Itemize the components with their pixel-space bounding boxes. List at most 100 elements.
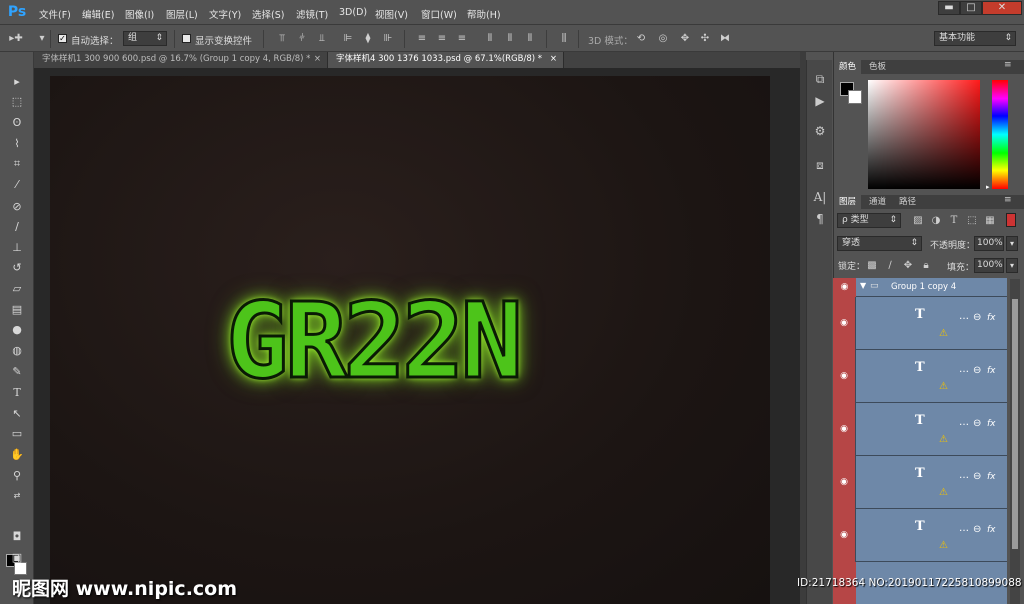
align-vcenter-icon[interactable]: ⫩ <box>296 33 308 45</box>
properties-panel-icon[interactable]: ⚙ <box>811 122 829 140</box>
zoom-tool-icon[interactable]: ⚲ <box>9 468 25 484</box>
layer-row[interactable]: ◉ T ⚠ … ⊖ fx <box>833 297 1007 350</box>
tab-layers[interactable]: 图层 <box>834 195 862 209</box>
menu-edit[interactable]: 编辑(E) <box>82 7 114 21</box>
scale-3d-icon[interactable]: ⧓ <box>718 33 732 45</box>
clone-stamp-tool-icon[interactable]: ⊥ <box>9 240 25 256</box>
filter-smart-object-icon[interactable]: ▦ <box>984 215 996 227</box>
gradient-tool-icon[interactable]: ▤ <box>9 302 25 318</box>
document-canvas[interactable]: GR22N <box>50 76 770 604</box>
tab-swatches[interactable]: 色板 <box>864 60 891 74</box>
align-hcenter-icon[interactable]: ⧫ <box>362 33 374 45</box>
scrollbar-thumb[interactable] <box>1012 299 1018 549</box>
lock-position-icon[interactable]: ✥ <box>902 260 914 272</box>
move-tool-icon[interactable]: ▸✚ <box>8 33 24 45</box>
layer-effects-badge[interactable]: fx <box>987 525 996 535</box>
eye-icon[interactable]: ◉ <box>833 456 856 509</box>
layer-effects-badge[interactable]: fx <box>987 472 996 482</box>
layer-filter-dropdown[interactable]: ρ 类型 ⇕ <box>837 213 901 228</box>
chevron-down-icon[interactable]: ▼ <box>860 281 866 290</box>
tool-presets-icon[interactable]: ⧈ <box>811 156 829 174</box>
distribute-right-icon[interactable]: ⦀ <box>524 33 536 45</box>
actions-panel-icon[interactable]: ▶ <box>811 92 829 110</box>
show-transform-checkbox[interactable] <box>182 34 191 43</box>
distribute-vcenter-icon[interactable]: ≡ <box>436 33 448 45</box>
quick-mask-icon[interactable]: ◘ <box>9 529 25 545</box>
menu-type[interactable]: 文字(Y) <box>209 7 241 21</box>
tab-document-2[interactable]: 字体样机4 300 1376 1033.psd @ 67.1%(RGB/8) *… <box>328 52 564 68</box>
align-top-icon[interactable]: ⫪ <box>276 33 288 45</box>
distribute-hcenter-icon[interactable]: ⦀ <box>504 33 516 45</box>
dodge-tool-icon[interactable]: ◍ <box>9 343 25 359</box>
menu-window[interactable]: 窗口(W) <box>421 7 457 21</box>
lasso-tool-icon[interactable]: ʘ <box>9 115 25 131</box>
eye-icon[interactable]: ◉ <box>833 297 856 350</box>
rotate-3d-icon[interactable]: ⟲ <box>634 33 648 45</box>
distribute-top-icon[interactable]: ≡ <box>416 33 428 45</box>
quick-select-tool-icon[interactable]: ⌇ <box>9 136 25 152</box>
minimize-button[interactable]: ▬ <box>938 1 960 15</box>
lock-pixels-icon[interactable]: ∕ <box>884 260 896 272</box>
layer-row[interactable]: ◉ T ⚠ … ⊖ fx <box>833 509 1007 562</box>
workspace-dropdown[interactable]: 基本功能 ⇕ <box>934 31 1016 46</box>
hue-slider[interactable] <box>992 80 1008 189</box>
menu-filter[interactable]: 滤镜(T) <box>296 7 328 21</box>
blur-tool-icon[interactable]: ● <box>9 322 25 338</box>
filter-shape-icon[interactable]: ⬚ <box>966 215 978 227</box>
layer-effects-badge[interactable]: fx <box>987 313 996 323</box>
crop-tool-icon[interactable]: ⌗ <box>9 156 25 172</box>
history-panel-icon[interactable]: ⧉ <box>811 70 829 88</box>
opacity-input[interactable]: 100% <box>974 236 1004 251</box>
eraser-tool-icon[interactable]: ▱ <box>9 281 25 297</box>
menu-select[interactable]: 选择(S) <box>252 7 284 21</box>
menu-help[interactable]: 帮助(H) <box>467 7 501 21</box>
history-brush-tool-icon[interactable]: ↺ <box>9 260 25 276</box>
drag-3d-icon[interactable]: ✥ <box>678 33 692 45</box>
hand-tool-icon[interactable]: ✋ <box>9 447 25 463</box>
filter-toggle[interactable] <box>1006 213 1016 227</box>
eye-icon[interactable]: ◉ <box>833 278 856 297</box>
restore-button[interactable]: □ <box>960 1 982 15</box>
swap-colors-icon[interactable]: ⇄ <box>9 488 25 504</box>
layer-row[interactable]: ◉ T ⚠ … ⊖ fx <box>833 456 1007 509</box>
link-icon[interactable]: ⊖ <box>973 365 981 376</box>
align-bottom-icon[interactable]: ⫫ <box>316 33 328 45</box>
link-icon[interactable]: ⊖ <box>973 312 981 323</box>
link-icon[interactable]: ⊖ <box>973 524 981 535</box>
color-picker-field[interactable] <box>868 80 980 189</box>
chevron-down-icon[interactable]: ▾ <box>1006 236 1018 251</box>
align-left-icon[interactable]: ⊫ <box>342 33 354 45</box>
eyedropper-tool-icon[interactable]: ⁄ <box>9 177 25 193</box>
path-select-tool-icon[interactable]: ↖ <box>9 406 25 422</box>
layer-row[interactable]: ◉ T ⚠ … ⊖ fx <box>833 403 1007 456</box>
layer-row[interactable]: ◉ T ⚠ … ⊖ fx <box>833 350 1007 403</box>
auto-select-dropdown[interactable]: 组 ⇕ <box>123 31 167 46</box>
filter-adjustment-icon[interactable]: ◑ <box>930 215 942 227</box>
screen-mode-icon[interactable]: ▣ <box>9 550 25 566</box>
fill-input[interactable]: 100% <box>974 258 1004 273</box>
layer-effects-badge[interactable]: fx <box>987 419 996 429</box>
auto-align-icon[interactable]: ⫼ <box>558 33 570 45</box>
distribute-bottom-icon[interactable]: ≡ <box>456 33 468 45</box>
close-icon[interactable]: × <box>550 52 557 67</box>
blend-mode-dropdown[interactable]: 穿透 ⇕ <box>837 236 922 251</box>
move-tool-icon[interactable]: ▸ <box>9 74 25 90</box>
tab-channels[interactable]: 通道 <box>864 195 891 209</box>
lock-all-icon[interactable]: 🔒︎ <box>920 260 932 272</box>
auto-select-checkbox[interactable]: ✓ <box>58 34 67 43</box>
panel-menu-icon[interactable]: ≡ <box>1004 60 1012 70</box>
background-color-swatch[interactable] <box>848 90 862 104</box>
brush-tool-icon[interactable]: ∕ <box>9 219 25 235</box>
rectangle-tool-icon[interactable]: ▭ <box>9 426 25 442</box>
align-right-icon[interactable]: ⊪ <box>382 33 394 45</box>
slide-3d-icon[interactable]: ✣ <box>698 33 712 45</box>
menu-layer[interactable]: 图层(L) <box>166 7 198 21</box>
tab-color[interactable]: 颜色 <box>834 60 862 74</box>
link-icon[interactable]: ⊖ <box>973 471 981 482</box>
eye-icon[interactable]: ◉ <box>833 509 856 562</box>
layer-group-row[interactable]: ◉ ▼ ▭ Group 1 copy 4 <box>833 278 1007 297</box>
menu-image[interactable]: 图像(I) <box>125 7 154 21</box>
distribute-left-icon[interactable]: ⦀ <box>484 33 496 45</box>
eye-icon[interactable]: ◉ <box>833 403 856 456</box>
chevron-down-icon[interactable]: ▾ <box>1006 258 1018 273</box>
